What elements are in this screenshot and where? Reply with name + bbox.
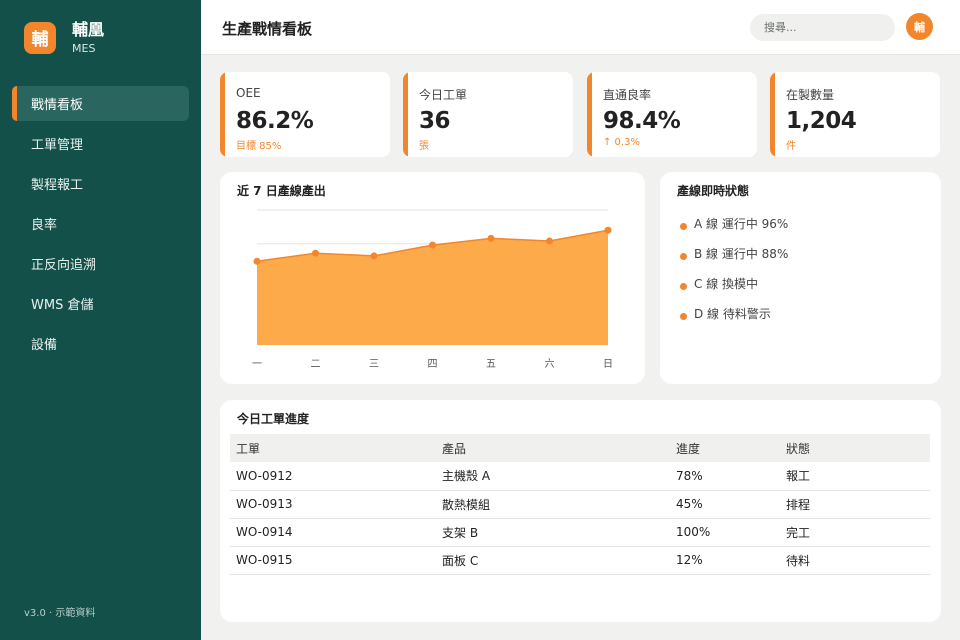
table-row[interactable]: WO-0912 主機殼 A 78% 報工	[230, 462, 930, 491]
page-title: 生產戰情看板	[222, 20, 313, 38]
chart-data-point	[312, 249, 319, 257]
cell-status: 排程	[780, 490, 930, 519]
cell-status: 報工	[780, 462, 930, 491]
panel-title: 產線即時狀態	[677, 184, 750, 198]
output-area-chart: 一二三四五六日	[252, 209, 613, 370]
sidebar-nav: 戰情看板 工單管理 製程報工 良率 正反向追溯 WMS 倉儲 設備	[12, 86, 189, 366]
status-item-line-d: D 線 待料警示	[680, 298, 788, 328]
status-list: A 線 運行中 96% B 線 運行中 88% C 線 換模中 D 線 待料警示	[680, 208, 788, 328]
brand-text: 輔凰 MES	[72, 21, 104, 55]
kpi-accent-bar	[403, 72, 408, 157]
column-header-progress[interactable]: 進度	[670, 434, 780, 462]
table-row[interactable]: WO-0915 面板 C 12% 待料	[230, 546, 930, 575]
search-input[interactable]	[750, 14, 895, 41]
status-text: B 線 運行中 88%	[694, 246, 789, 261]
work-order-table: 工單 產品 進度 狀態 WO-0912 主機殼 A 78% 報工 WO-0913…	[230, 434, 930, 575]
status-dot-icon	[680, 282, 687, 290]
table-row[interactable]: WO-0914 支架 B 100% 完工	[230, 518, 930, 547]
kpi-value: 86.2%	[236, 108, 314, 134]
cell-order: WO-0914	[230, 518, 436, 547]
kpi-card-oee: OEE 86.2% 目標 85%	[220, 72, 390, 157]
status-item-line-c: C 線 換模中	[680, 268, 788, 298]
kpi-accent-bar	[770, 72, 775, 157]
sidebar-item-wms[interactable]: WMS 倉儲	[12, 286, 189, 321]
status-item-line-b: B 線 運行中 88%	[680, 238, 788, 268]
sidebar-item-work-orders[interactable]: 工單管理	[12, 126, 189, 161]
cell-product: 主機殼 A	[436, 462, 670, 491]
kpi-accent-bar	[220, 72, 225, 157]
cell-progress: 100%	[670, 518, 780, 547]
chart-x-tick-label: 六	[545, 358, 555, 370]
status-dot-icon	[680, 312, 687, 320]
status-dot-icon	[680, 222, 687, 230]
sidebar-item-yield[interactable]: 良率	[12, 206, 189, 241]
brand-subtitle: MES	[72, 41, 96, 55]
output-chart-panel: 近 7 日產線產出 一二三四五六日	[220, 172, 645, 384]
kpi-value: 1,204	[786, 108, 857, 134]
kpi-accent-bar	[587, 72, 592, 157]
sidebar-item-equipment[interactable]: 設備	[12, 326, 189, 361]
chart-data-point	[429, 241, 436, 249]
chart-x-tick-label: 三	[369, 359, 379, 370]
cell-product: 散熱模組	[436, 490, 670, 519]
cell-order: WO-0913	[230, 490, 436, 519]
kpi-subtext: 件	[786, 141, 796, 152]
chart-x-tick-label: 日	[603, 359, 613, 370]
version-label: v3.0 · 示範資料	[24, 608, 96, 619]
kpi-label: 在製數量	[786, 88, 835, 102]
cell-order: WO-0915	[230, 546, 436, 575]
kpi-subtext: 目標 85%	[236, 141, 282, 152]
brand: 輔 輔凰 MES	[24, 21, 104, 55]
kpi-subtext: ↑ 0.3%	[603, 137, 640, 148]
status-text: A 線 運行中 96%	[694, 216, 789, 231]
sidebar-item-dashboard[interactable]: 戰情看板	[12, 86, 189, 121]
sidebar-item-process-reporting[interactable]: 製程報工	[12, 166, 189, 201]
kpi-value: 98.4%	[603, 108, 681, 134]
status-text: C 線 換模中	[694, 276, 759, 291]
panel-title: 今日工單進度	[237, 412, 310, 426]
status-dot-icon	[680, 252, 687, 260]
cell-progress: 45%	[670, 490, 780, 519]
cell-progress: 78%	[670, 462, 780, 491]
sidebar-item-traceability[interactable]: 正反向追溯	[12, 246, 189, 281]
chart-data-point	[487, 234, 495, 242]
work-order-panel: 今日工單進度 工單 產品 進度 狀態 WO-0912 主機殼 A 78% 報工 …	[220, 400, 941, 622]
status-item-line-a: A 線 運行中 96%	[680, 208, 788, 238]
table-header-row: 工單 產品 進度 狀態	[230, 434, 930, 462]
cell-order: WO-0912	[230, 462, 436, 491]
kpi-card-first-pass-yield: 直通良率 98.4% ↑ 0.3%	[587, 72, 757, 157]
cell-product: 面板 C	[436, 546, 670, 575]
chart-x-tick-label: 四	[428, 359, 438, 370]
cell-product: 支架 B	[436, 518, 670, 547]
cell-status: 完工	[780, 518, 930, 547]
chart-data-point	[546, 237, 553, 245]
kpi-subtext: 張	[419, 141, 429, 152]
chart-data-point	[253, 257, 261, 265]
kpi-card-wip-quantity: 在製數量 1,204 件	[770, 72, 940, 157]
kpi-card-today-orders: 今日工單 36 張	[403, 72, 573, 157]
column-header-product[interactable]: 產品	[436, 434, 670, 462]
cell-status: 待料	[780, 546, 930, 575]
avatar[interactable]: 輔	[906, 13, 933, 40]
line-status-panel: 產線即時狀態 A 線 運行中 96% B 線 運行中 88% C 線 換模中 D…	[660, 172, 941, 384]
table-row[interactable]: WO-0913 散熱模組 45% 排程	[230, 490, 930, 519]
brand-logo-icon: 輔	[24, 21, 56, 54]
top-header: 生產戰情看板 輔	[201, 0, 960, 55]
kpi-label: OEE	[236, 86, 261, 100]
chart-x-tick-label: 二	[311, 359, 321, 370]
kpi-value: 36	[419, 108, 451, 134]
brand-name: 輔凰	[72, 20, 105, 39]
status-text: D 線 待料警示	[694, 306, 771, 321]
chart-data-point	[604, 226, 612, 234]
column-header-status[interactable]: 狀態	[780, 434, 930, 462]
kpi-label: 直通良率	[603, 88, 652, 102]
chart-data-point	[370, 252, 378, 260]
column-header-order[interactable]: 工單	[230, 434, 436, 462]
sidebar: 輔 輔凰 MES 戰情看板 工單管理 製程報工 良率 正反向追溯 WMS 倉儲 …	[0, 0, 201, 640]
cell-progress: 12%	[670, 546, 780, 575]
chart-x-tick-label: 一	[252, 359, 262, 370]
kpi-label: 今日工單	[419, 88, 468, 102]
chart-x-tick-label: 五	[486, 359, 496, 370]
